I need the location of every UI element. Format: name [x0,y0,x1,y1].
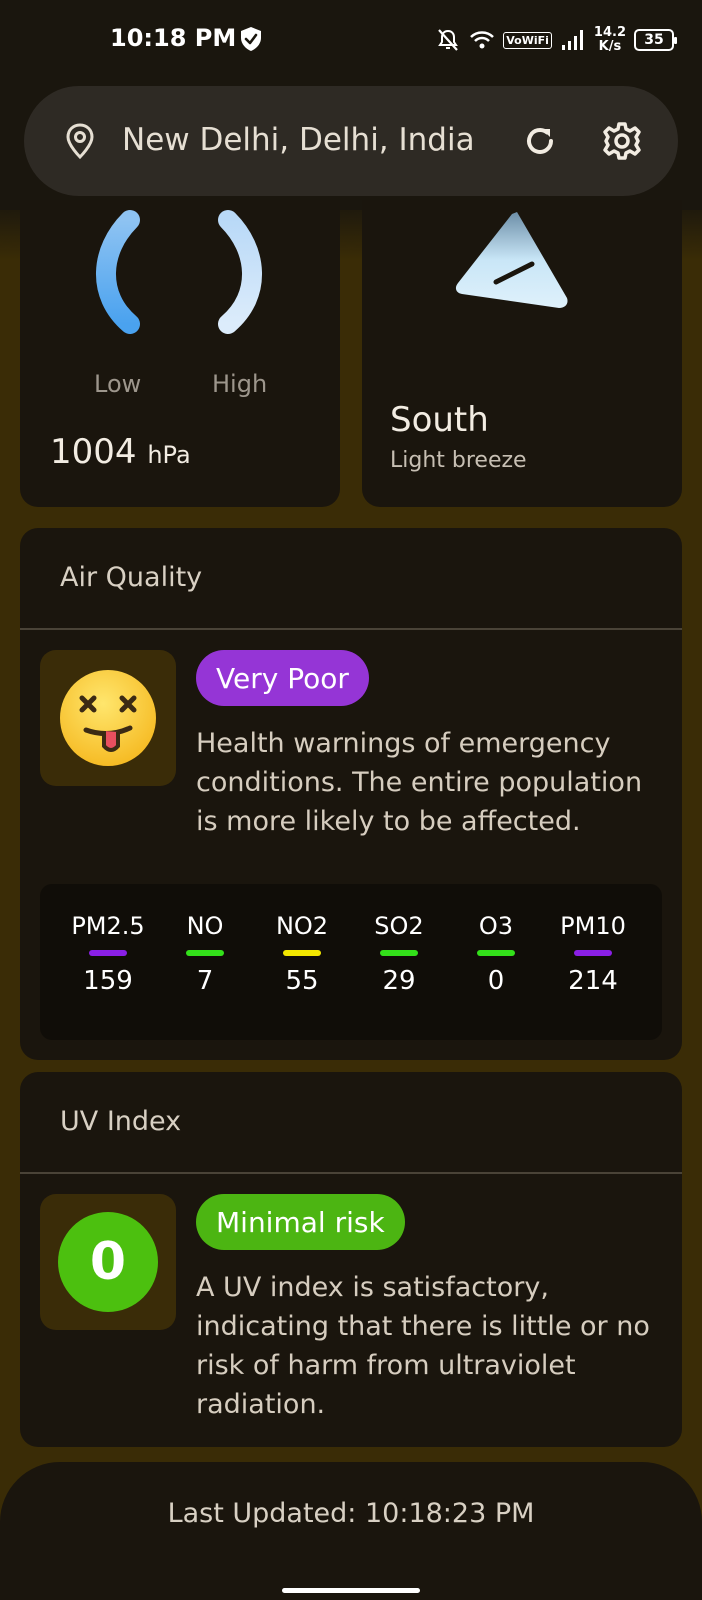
pollutant-no: NO 7 [186,912,224,996]
last-updated-text: Last Updated: 10:18:23 PM [167,1498,535,1529]
pollutant-so2: SO2 29 [374,912,424,996]
pollutant-level-bar [186,950,224,956]
bell-off-icon [438,29,459,51]
status-bar: 10:18 PM VoWiFi 14.2 K/s 35 [0,0,702,80]
pressure-unit: hPa [147,441,191,469]
pollutant-level-bar [380,950,418,956]
status-time: 10:18 PM [110,24,237,52]
wind-card: South Light breeze [362,200,682,507]
air-quality-card: Air Quality Very Poor Health warnings of… [20,528,682,1060]
battery-indicator: 35 [634,29,677,51]
wind-direction-arrow-icon [455,212,568,308]
uv-status-badge: Minimal risk [196,1194,405,1250]
pollutant-no2: NO2 55 [275,912,329,996]
aq-status-badge: Very Poor [196,650,369,706]
settings-gear-icon[interactable] [600,119,644,163]
pollutant-level-bar [574,950,612,956]
vowifi-badge: VoWiFi [503,31,552,49]
network-speed: 14.2 K/s [593,25,626,54]
aq-icon-tile [40,650,176,786]
aq-description: Health warnings of emergency conditions.… [196,728,643,837]
home-gesture-bar[interactable] [282,1588,420,1593]
pollutant-pm10: PM10 214 [560,912,626,996]
pollutant-o3: O3 0 [477,912,515,996]
signal-icon [561,30,583,50]
divider [20,1172,682,1174]
refresh-icon[interactable] [520,121,560,161]
pressure-gauge [96,210,262,334]
status-icons: VoWiFi 14.2 K/s 35 [435,20,677,60]
gauge-high-label: High [212,370,268,398]
uv-value-circle: 0 [58,1212,158,1312]
pressure-card: Low High 1004 hPa [20,200,340,507]
wifi-icon [470,31,495,49]
divider [20,628,682,630]
pollutant-level-bar [89,950,127,956]
pollutant-pm25: PM2.5 159 [71,912,145,996]
shield-icon [241,27,261,51]
gauge-low-label: Low [94,370,142,398]
pollutant-level-bar [477,950,515,956]
location-pin-icon [66,123,94,160]
footer: Last Updated: 10:18:23 PM [0,1462,702,1600]
uv-index-card: UV Index 0 Minimal risk A UV index is sa… [20,1072,682,1447]
uv-icon-tile: 0 [40,1194,176,1330]
location-text[interactable]: New Delhi, Delhi, India [122,122,475,158]
location-search-bar[interactable]: New Delhi, Delhi, India [24,86,678,196]
wind-description: Light breeze [390,448,527,473]
air-quality-title: Air Quality [60,562,203,593]
pressure-value: 1004 hPa [50,432,191,472]
dizzy-face-icon [60,670,156,766]
uv-description: A UV index is satisfactory, indicating t… [196,1272,650,1420]
uv-index-title: UV Index [60,1106,182,1137]
pollutants-panel: PM2.5 159 NO 7 NO2 55 SO2 29 O3 0 PM10 2… [40,884,662,1040]
wind-direction: South [390,400,489,440]
pollutant-level-bar [283,950,321,956]
